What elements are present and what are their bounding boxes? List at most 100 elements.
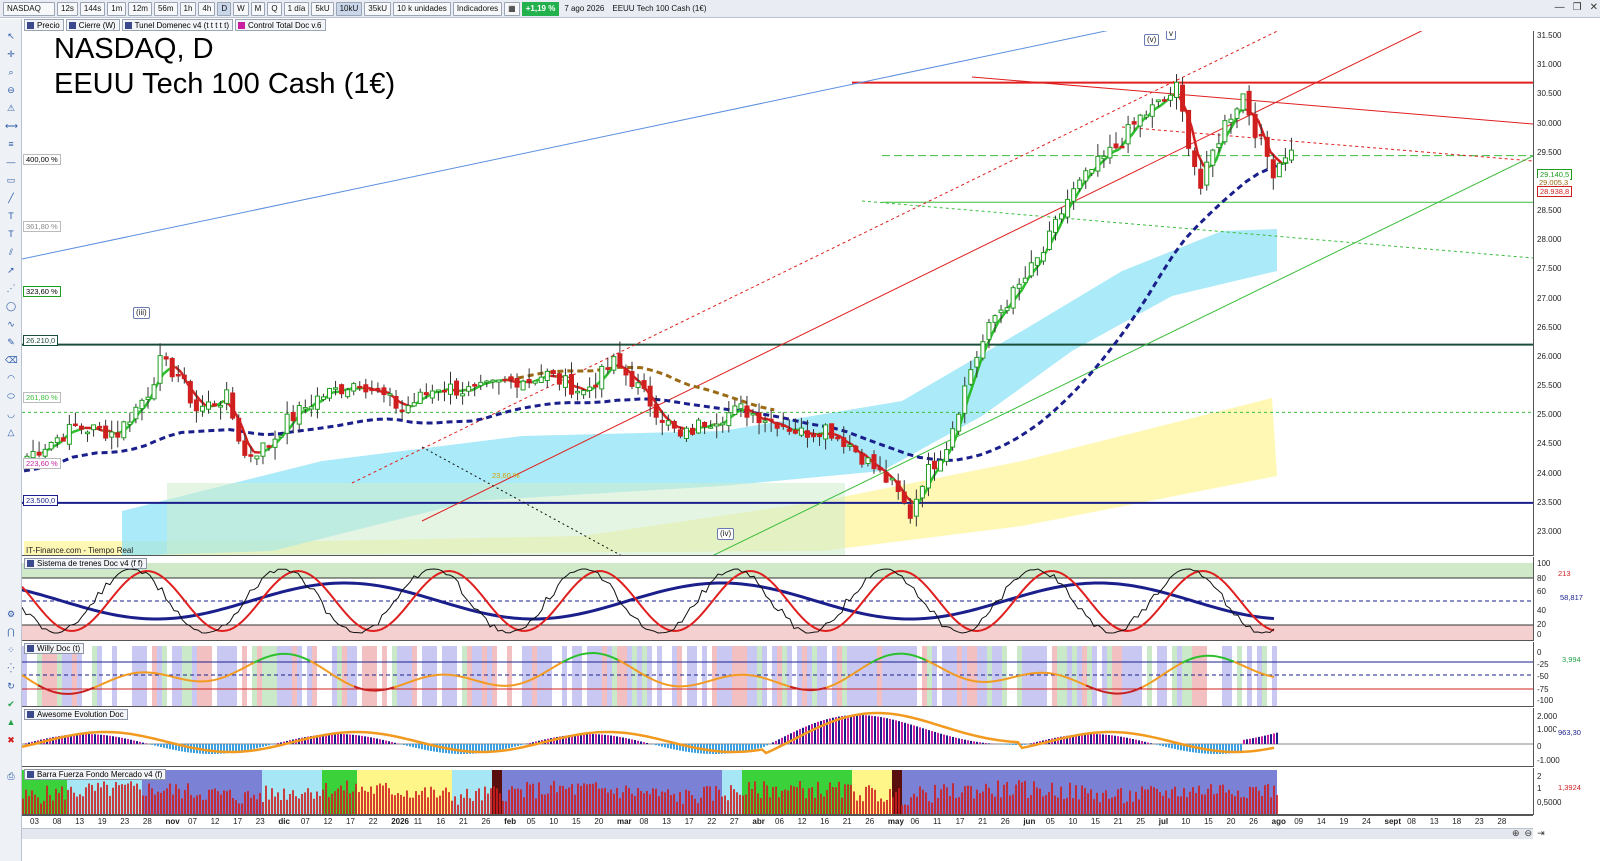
maximize-icon[interactable]: ❐	[1573, 2, 1582, 13]
crosshair-icon[interactable]: ✛	[5, 49, 17, 60]
zoom-icon[interactable]: ⌕	[5, 67, 17, 78]
awesome-bar	[868, 715, 870, 744]
barra-bar	[580, 785, 582, 814]
candle-body	[641, 380, 647, 389]
tag-tunel[interactable]: Tunel Domenec v4 (t t t t t)	[121, 19, 233, 31]
barra-indicator-pane[interactable]: Barra Fuerza Fondo Mercado v4 (f)	[22, 768, 1533, 815]
magnet-icon[interactable]: ⋂	[5, 627, 17, 638]
scroll-end-icon[interactable]: ⇥	[1537, 828, 1545, 839]
zoom-in-icon[interactable]: ⊕	[1512, 828, 1520, 839]
fan-icon[interactable]: ⋰	[5, 283, 17, 294]
awesome-bar	[658, 744, 660, 746]
tag-cierre[interactable]: Cierre (W)	[65, 19, 120, 31]
candle-body	[593, 384, 599, 388]
willy-line-segment	[389, 686, 395, 690]
timeframe-w[interactable]: W	[233, 1, 249, 16]
timeframe-144s[interactable]: 144s	[79, 1, 106, 16]
tick-5ku[interactable]: 5kU	[311, 1, 334, 16]
zoom-out-icon[interactable]: ⊖	[5, 85, 17, 96]
grid-icon[interactable]: ⁘	[5, 645, 17, 656]
alert-icon[interactable]: ⚠	[5, 103, 17, 114]
willy-bg-bar	[527, 646, 532, 706]
indicators-button[interactable]: Indicadores	[452, 1, 503, 16]
cursor-icon[interactable]: ↖	[5, 31, 17, 42]
date-axis[interactable]: 03 08 13 19 23 28 nov 07 12 17 23 dic 07 12 17 22 2026 11…	[22, 815, 1533, 827]
timeframe-1m[interactable]: 1m	[107, 1, 127, 16]
text-icon[interactable]: T	[5, 211, 17, 222]
price-axis[interactable]: 31.50031.00030.50030.00029.50029.00028.5…	[1533, 31, 1600, 556]
fibonacci-icon[interactable]: ≡	[5, 139, 17, 150]
barra-bar	[373, 793, 375, 814]
check-icon[interactable]: ✔	[5, 699, 17, 710]
awesome-bar	[910, 724, 912, 744]
rect-icon[interactable]: ▭	[5, 175, 17, 186]
tick-35ku[interactable]: 35kU	[364, 1, 391, 16]
dots-icon[interactable]: ⁛	[5, 663, 17, 674]
arc-icon[interactable]: ◡	[5, 409, 17, 420]
symbol-selector[interactable]: NASDAQ	[3, 1, 55, 16]
trendline-icon[interactable]: ╱	[5, 193, 17, 204]
delete-icon[interactable]: ✖	[5, 735, 17, 746]
layout-icon[interactable]: ▦	[504, 1, 520, 16]
timeframe-q[interactable]: Q	[267, 1, 282, 16]
trenes-title[interactable]: Sistema de trenes Doc v4 (f f)	[24, 558, 147, 569]
trenes-indicator-pane[interactable]: Sistema de trenes Doc v4 (f f)	[22, 557, 1533, 641]
channel-icon[interactable]: ⫽	[5, 247, 17, 258]
curve-icon[interactable]: ◠	[5, 373, 17, 384]
awesome-indicator-pane[interactable]: Awesome Evolution Doc	[22, 708, 1533, 767]
lock-icon[interactable]: ▲	[5, 717, 17, 728]
willy-indicator-pane[interactable]: Willy Doc (t)	[22, 642, 1533, 707]
rotate-icon[interactable]: ↻	[5, 681, 17, 692]
text-tool-icon[interactable]: T	[5, 229, 17, 240]
timeframe-d[interactable]: D	[217, 1, 232, 16]
timeframe-m[interactable]: M	[250, 1, 266, 16]
ruler-icon[interactable]: ⟷	[5, 121, 18, 132]
zoom-out-icon[interactable]: ⊖	[1525, 828, 1533, 839]
awesome-title[interactable]: Awesome Evolution Doc	[24, 709, 128, 720]
timeframe-12m[interactable]: 12m	[128, 1, 152, 16]
period-dropdown[interactable]: 1 día	[283, 1, 310, 16]
triangle-icon[interactable]: △	[5, 427, 17, 438]
awesome-bar	[1114, 735, 1116, 744]
ellipse-icon[interactable]: ⬭	[5, 391, 17, 402]
wave-icon[interactable]: ∿	[5, 319, 17, 330]
horizontal-scrollbar[interactable]	[22, 828, 1533, 839]
willy-bg-bar	[937, 646, 942, 706]
close-icon[interactable]: ✕	[1590, 2, 1598, 13]
barra-bar	[268, 799, 270, 814]
barra-bar	[682, 803, 684, 814]
willy-bg-bar	[477, 646, 482, 706]
settings-icon[interactable]: ⚙	[5, 609, 17, 620]
barra-bar	[529, 784, 531, 814]
barra-bar	[388, 788, 390, 814]
price-chart-pane[interactable]: NASDAQ, D EEUU Tech 100 Cash (1€) IT-Fin…	[22, 31, 1533, 556]
awesome-bar	[385, 740, 387, 744]
barra-bar	[319, 795, 321, 814]
eraser-icon[interactable]: ⌫	[5, 355, 18, 366]
barra-bar	[124, 784, 126, 814]
barra-bar	[412, 797, 414, 814]
willy-bg-bar	[392, 646, 397, 706]
printer-icon[interactable]: ⎙	[5, 771, 17, 782]
barra-bar	[931, 802, 933, 814]
pencil-icon[interactable]: ✎	[5, 337, 17, 348]
awesome-bar	[508, 744, 510, 749]
tag-precio[interactable]: Precio	[24, 19, 64, 31]
units-dropdown[interactable]: 10 k unidades	[392, 1, 451, 16]
barra-title[interactable]: Barra Fuerza Fondo Mercado v4 (f)	[24, 769, 167, 780]
timeframe-1h[interactable]: 1h	[179, 1, 197, 16]
timeframe-12s[interactable]: 12s	[57, 1, 78, 16]
tag-control-total[interactable]: Control Total Doc v.6	[234, 19, 326, 31]
minimize-icon[interactable]: —	[1555, 2, 1565, 13]
tick-10ku[interactable]: 10kU	[335, 1, 363, 16]
timeframe-4h[interactable]: 4h	[198, 1, 216, 16]
barra-value-badge: 1,3924	[1556, 783, 1583, 792]
hline-icon[interactable]: —	[5, 157, 17, 168]
arrow-icon[interactable]: ➚	[5, 265, 17, 276]
willy-line-segment	[761, 676, 767, 680]
circle-icon[interactable]: ◯	[5, 301, 17, 312]
axis-tick: 100	[1537, 559, 1551, 568]
timeframe-56m[interactable]: 56m	[153, 1, 178, 16]
barra-bar	[385, 782, 387, 814]
willy-title[interactable]: Willy Doc (t)	[24, 643, 85, 654]
